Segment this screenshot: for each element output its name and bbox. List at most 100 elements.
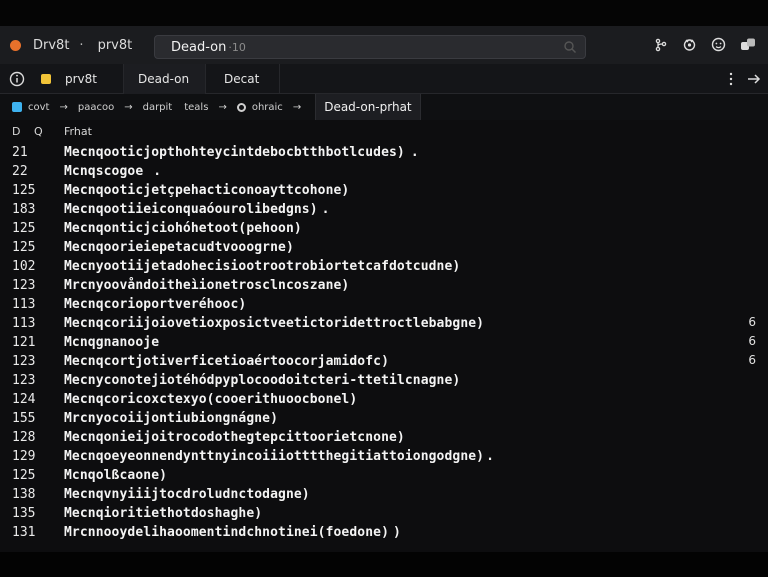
line-number: 138 (12, 487, 36, 502)
breadcrumb-separator: → (292, 101, 302, 113)
line-number: 135 (12, 506, 36, 521)
search-hint: ·10 (228, 40, 246, 54)
line-text: Mecnqcorioportveréhooc) (64, 297, 247, 312)
code-list: 21 Mecnqooticjopthohteycintdebocbtthbotlc… (0, 143, 768, 542)
info-icon[interactable] (8, 70, 26, 88)
line-trail: ) (393, 525, 401, 540)
line-text: Mecnqootiieiconquaóourolibedgns) (64, 202, 318, 217)
line-text: Mecnqvnyiiijtocdroludnctodagne) (64, 487, 310, 502)
line-number: 125 (12, 183, 36, 198)
tab-bar: prv8t Dead-on Decat (0, 64, 768, 94)
line-text: Mecnyconotejiotéhódpyplocoodoitcteri-tte… (64, 373, 461, 388)
line-text: Mecnqcoricoxctexyo(cooerithuoocbonel) (64, 392, 358, 407)
line-text: Mecnqioritiethotdoshaghe) (64, 506, 263, 521)
tab-label: Dead-on (138, 72, 190, 86)
list-item[interactable]: 129 Mecnqoeyeonnendynttnyincoiiiotttthegi… (0, 447, 768, 466)
app-window: Drv8t · prv8t Dead-on ·10 prv8t Dead-on … (0, 26, 768, 552)
breadcrumb-item[interactable]: paacoo (78, 102, 114, 113)
breadcrumb-active-item[interactable]: Dead-on-prhat (315, 94, 421, 120)
breadcrumb-item[interactable]: teals (184, 102, 208, 113)
list-item[interactable]: 22 Mcnqscogoe. (0, 162, 768, 181)
column-d[interactable]: D (12, 125, 34, 138)
line-number: 21 (12, 145, 28, 160)
title-bar: Drv8t · prv8t Dead-on ·10 (0, 26, 768, 64)
list-item[interactable]: 125 Mcnqolßcaone) (0, 466, 768, 485)
line-number: 155 (12, 411, 36, 426)
list-item[interactable]: 21 Mecnqooticjopthohteycintdebocbtthbotlc… (0, 143, 768, 162)
extensions-icon[interactable] (739, 36, 756, 53)
line-text: Mecnqcoriijoiovetioxposictveetictoridett… (64, 316, 485, 331)
breadcrumb-separator: → (218, 101, 227, 113)
arrow-right-icon[interactable] (746, 70, 762, 88)
line-text: Mrcnyocoiijontiubiongnágne) (64, 411, 279, 426)
screen-bezel-top (0, 0, 768, 26)
search-value: Dead-on (171, 39, 227, 55)
list-item[interactable]: 123 Mecnqcortjotiverficetioaértoocorjamid… (0, 352, 768, 371)
line-text: Mecnyootiijetadohecisiootrootrobiortetca… (64, 259, 461, 274)
project-name[interactable]: prv8t (98, 38, 133, 53)
breadcrumb: covt → paacoo → darpit teals → ohraic → … (0, 94, 768, 120)
line-text: Mrcnnooydelihaoomentindchnotinei(foedone… (64, 525, 389, 540)
line-number: 131 (12, 525, 36, 540)
symbol-icon (236, 102, 246, 112)
count-badge: 6 (748, 353, 756, 367)
source-control-icon[interactable] (652, 36, 669, 53)
list-item[interactable]: 138 Mecnqvnyiiijtocdroludnctodagne) (0, 485, 768, 504)
more-vertical-icon[interactable] (724, 70, 738, 88)
account-icon[interactable] (710, 36, 727, 53)
line-number: 123 (12, 354, 36, 369)
debug-icon[interactable] (681, 36, 698, 53)
list-item[interactable]: 121 Mcnqgnanooje 6 (0, 333, 768, 352)
line-text: Mecnqooticjopthohteycintdebocbtthbotlcud… (64, 145, 405, 160)
tab-project[interactable]: prv8t (32, 64, 124, 94)
list-item[interactable]: 128 Mecnqonieijoitrocodothegtepcittooriet… (0, 428, 768, 447)
count-badge: 6 (748, 315, 756, 329)
line-text: Mcnqgnanooje (64, 335, 160, 350)
line-trail: . (410, 145, 419, 160)
breadcrumb-item[interactable]: covt (28, 102, 49, 113)
list-item[interactable]: 113 Mecnqcoriijoiovetioxposictveetictorid… (0, 314, 768, 333)
search-icon[interactable] (563, 40, 577, 54)
column-q[interactable]: Q (34, 125, 64, 138)
breadcrumb-item[interactable]: darpit (143, 102, 173, 113)
line-number: 121 (12, 335, 36, 350)
search-input[interactable]: Dead-on ·10 (154, 35, 586, 59)
list-item[interactable]: 102 Mecnyootiijetadohecisiootrootrobiorte… (0, 257, 768, 276)
app-logo-icon (10, 39, 21, 51)
tab-dead-on[interactable]: Dead-on (124, 64, 206, 94)
line-number: 123 (12, 373, 36, 388)
list-item[interactable]: 123 Mrcnyoovåndoitheìionetrosclncoszane) (0, 276, 768, 295)
count-badge: 6 (748, 334, 756, 348)
list-item[interactable]: 131 Mrcnnooydelihaoomentindchnotinei(foed… (0, 523, 768, 542)
list-item[interactable]: 183 Mecnqootiieiconquaóourolibedgns). (0, 200, 768, 219)
breadcrumb-separator: → (124, 101, 133, 113)
breadcrumb-separator: → (59, 101, 68, 113)
file-type-icon (12, 102, 22, 112)
line-text: Mecnqoeyeonnendynttnyincoiiiotttthegitia… (64, 449, 485, 464)
line-number: 183 (12, 202, 36, 217)
line-number: 125 (12, 221, 36, 236)
folder-icon (41, 74, 51, 84)
list-item[interactable]: 125 Mecnqonticjciohóhetoot(pehoon) (0, 219, 768, 238)
line-number: 125 (12, 240, 36, 255)
line-number: 22 (12, 164, 28, 179)
line-number: 129 (12, 449, 36, 464)
list-item[interactable]: 125 Mecnqoorieiepetacudtvooogrne) (0, 238, 768, 257)
breadcrumb-item[interactable]: ohraic (252, 102, 283, 113)
list-item[interactable]: 155 Mrcnyocoiijontiubiongnágne) (0, 409, 768, 428)
screen-bezel-bottom (0, 552, 768, 577)
column-frhat[interactable]: Frhat (64, 125, 92, 138)
list-item[interactable]: 125 Mecnqooticjetçpehacticonoayttcohone) (0, 181, 768, 200)
line-trail: . (486, 449, 495, 464)
line-trail: . (321, 202, 330, 217)
list-item[interactable]: 123 Mecnyconotejiotéhódpyplocoodoitcteri-… (0, 371, 768, 390)
line-text: Mecnqonieijoitrocodothegtepcittoorietcno… (64, 430, 405, 445)
tab-decat[interactable]: Decat (206, 64, 280, 94)
list-item[interactable]: 124 Mecnqcoricoxctexyo(cooerithuoocbonel) (0, 390, 768, 409)
line-number: 113 (12, 316, 36, 331)
list-item[interactable]: 113 Mecnqcorioportveréhooc) (0, 295, 768, 314)
column-header: D Q Frhat (0, 120, 768, 142)
app-name: Drv8t (33, 37, 70, 53)
list-item[interactable]: 135 Mecnqioritiethotdoshaghe) (0, 504, 768, 523)
line-text: Mcnqscogoe (64, 164, 144, 179)
